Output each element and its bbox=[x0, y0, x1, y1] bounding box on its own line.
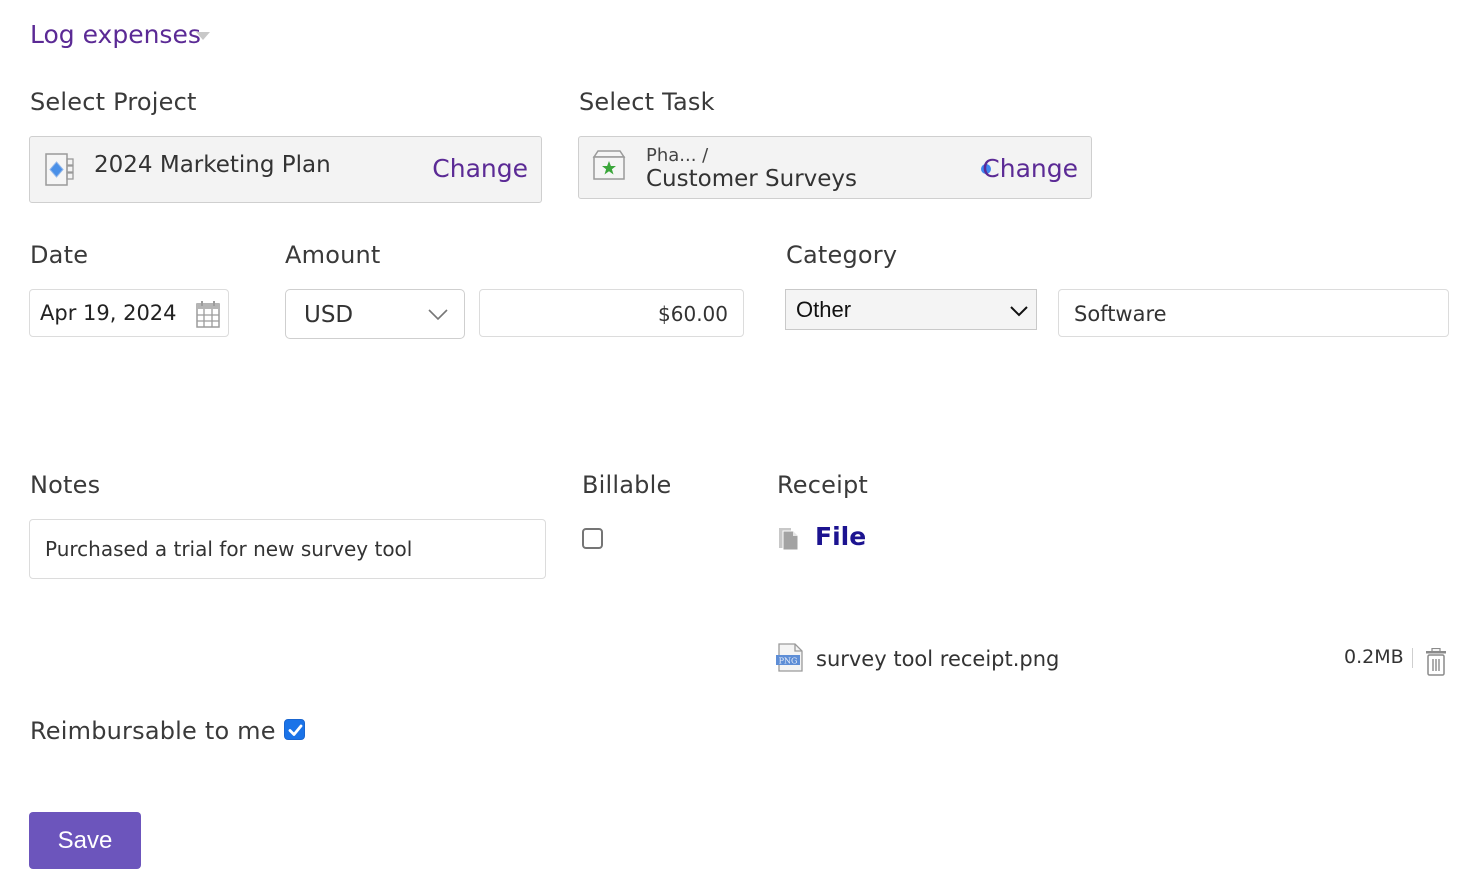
change-project-link[interactable]: Change bbox=[432, 154, 528, 183]
svg-text:PNG: PNG bbox=[779, 657, 798, 666]
trash-icon[interactable] bbox=[1425, 647, 1447, 680]
chevron-down-icon bbox=[428, 306, 448, 325]
select-task-label: Select Task bbox=[579, 88, 715, 116]
save-button[interactable]: Save bbox=[29, 812, 141, 869]
caret-down-icon[interactable] bbox=[196, 32, 210, 40]
currency-value: USD bbox=[304, 302, 354, 328]
receipt-label: Receipt bbox=[777, 471, 869, 499]
category-select[interactable]: Other bbox=[785, 289, 1037, 330]
task-star-icon bbox=[592, 149, 626, 185]
category-label: Category bbox=[786, 241, 898, 269]
checkmark-icon bbox=[288, 724, 303, 736]
currency-select[interactable]: USD bbox=[285, 289, 465, 339]
task-name: Customer Surveys bbox=[646, 166, 858, 192]
reimbursable-label: Reimbursable to me bbox=[30, 717, 276, 745]
attachment-filename[interactable]: survey tool receipt.png bbox=[816, 647, 1059, 671]
subcategory-value: Software bbox=[1074, 302, 1167, 326]
amount-label: Amount bbox=[285, 241, 381, 269]
billable-checkbox[interactable] bbox=[582, 528, 603, 549]
task-parent-phase: Pha... / bbox=[646, 145, 709, 166]
project-selector: 2024 Marketing Plan Change bbox=[29, 136, 542, 203]
category-value: Other bbox=[796, 297, 852, 322]
billable-label: Billable bbox=[582, 471, 672, 499]
subcategory-field[interactable]: Software bbox=[1058, 289, 1449, 337]
project-name: 2024 Marketing Plan bbox=[94, 152, 331, 178]
project-plan-icon bbox=[45, 153, 75, 190]
notes-value: Purchased a trial for new survey tool bbox=[45, 537, 413, 561]
select-project-label: Select Project bbox=[30, 88, 197, 116]
file-copy-icon bbox=[778, 527, 800, 555]
amount-field[interactable]: $60.00 bbox=[479, 289, 744, 337]
task-selector: Pha... / Customer Surveys Change bbox=[578, 136, 1092, 199]
calendar-icon[interactable] bbox=[196, 301, 220, 332]
change-task-link[interactable]: Change bbox=[982, 154, 1078, 183]
reimbursable-checkbox[interactable] bbox=[284, 719, 305, 740]
log-expenses-title[interactable]: Log expenses bbox=[30, 20, 201, 49]
chevron-down-icon bbox=[1010, 302, 1028, 321]
date-field[interactable]: Apr 19, 2024 bbox=[29, 289, 229, 337]
date-value: Apr 19, 2024 bbox=[40, 301, 177, 325]
attachment-size: 0.2MB bbox=[1344, 646, 1404, 668]
notes-label: Notes bbox=[30, 471, 101, 499]
date-label: Date bbox=[30, 241, 89, 269]
divider bbox=[1412, 648, 1413, 668]
png-file-icon: PNG bbox=[775, 643, 805, 677]
upload-file-link[interactable]: File bbox=[815, 522, 866, 551]
amount-value: $60.00 bbox=[658, 302, 728, 326]
notes-field[interactable]: Purchased a trial for new survey tool bbox=[29, 519, 546, 579]
